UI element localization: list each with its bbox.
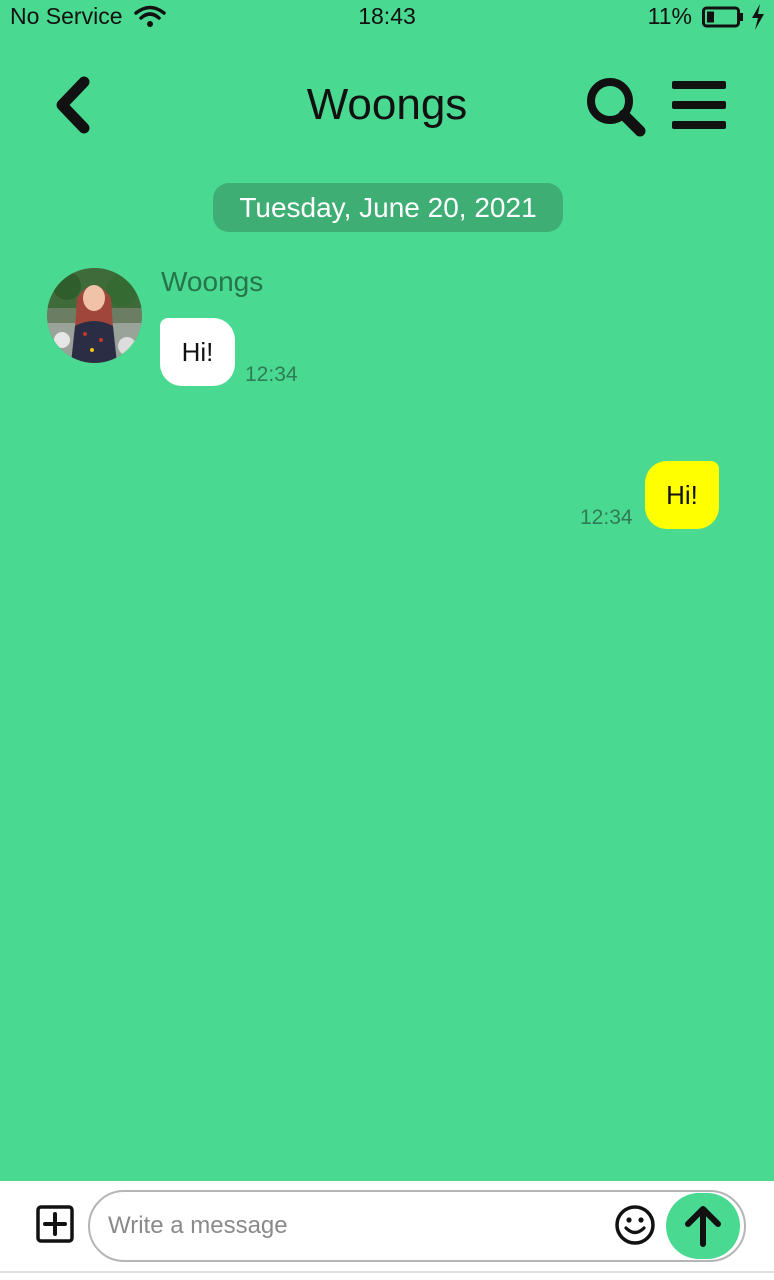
status-bar: No Service 18:43 11% bbox=[0, 0, 774, 34]
message-input-wrapper bbox=[88, 1190, 746, 1262]
sender-name: Woongs bbox=[161, 266, 264, 297]
add-attachment-button[interactable] bbox=[36, 1205, 74, 1243]
add-icon bbox=[36, 1205, 74, 1243]
avatar[interactable] bbox=[47, 268, 142, 363]
date-separator: Tuesday, June 20, 2021 bbox=[213, 183, 563, 232]
chat-title: Woongs bbox=[306, 80, 468, 129]
battery-percent: 11% bbox=[647, 3, 692, 29]
message-input[interactable] bbox=[108, 1192, 608, 1260]
avatar-photo bbox=[47, 268, 142, 363]
incoming-message-bubble[interactable]: Hi! bbox=[160, 318, 235, 386]
battery-icon bbox=[702, 6, 743, 27]
message-composer bbox=[0, 1181, 774, 1280]
emoji-button[interactable] bbox=[614, 1204, 656, 1246]
send-button[interactable] bbox=[666, 1193, 740, 1259]
chat-header: Woongs bbox=[0, 60, 774, 150]
charging-icon bbox=[752, 3, 764, 30]
status-right: 11% bbox=[648, 3, 766, 30]
send-arrow-icon bbox=[685, 1206, 721, 1247]
outgoing-message-bubble[interactable]: Hi! bbox=[645, 461, 719, 529]
menu-button[interactable] bbox=[668, 78, 730, 132]
incoming-message-time: 12:34 bbox=[245, 363, 298, 386]
bottom-divider bbox=[0, 1271, 774, 1273]
emoji-icon bbox=[615, 1205, 655, 1245]
search-icon bbox=[587, 78, 646, 137]
outgoing-message-time: 12:34 bbox=[580, 506, 633, 529]
search-button[interactable] bbox=[582, 74, 650, 138]
menu-icon bbox=[672, 81, 726, 129]
